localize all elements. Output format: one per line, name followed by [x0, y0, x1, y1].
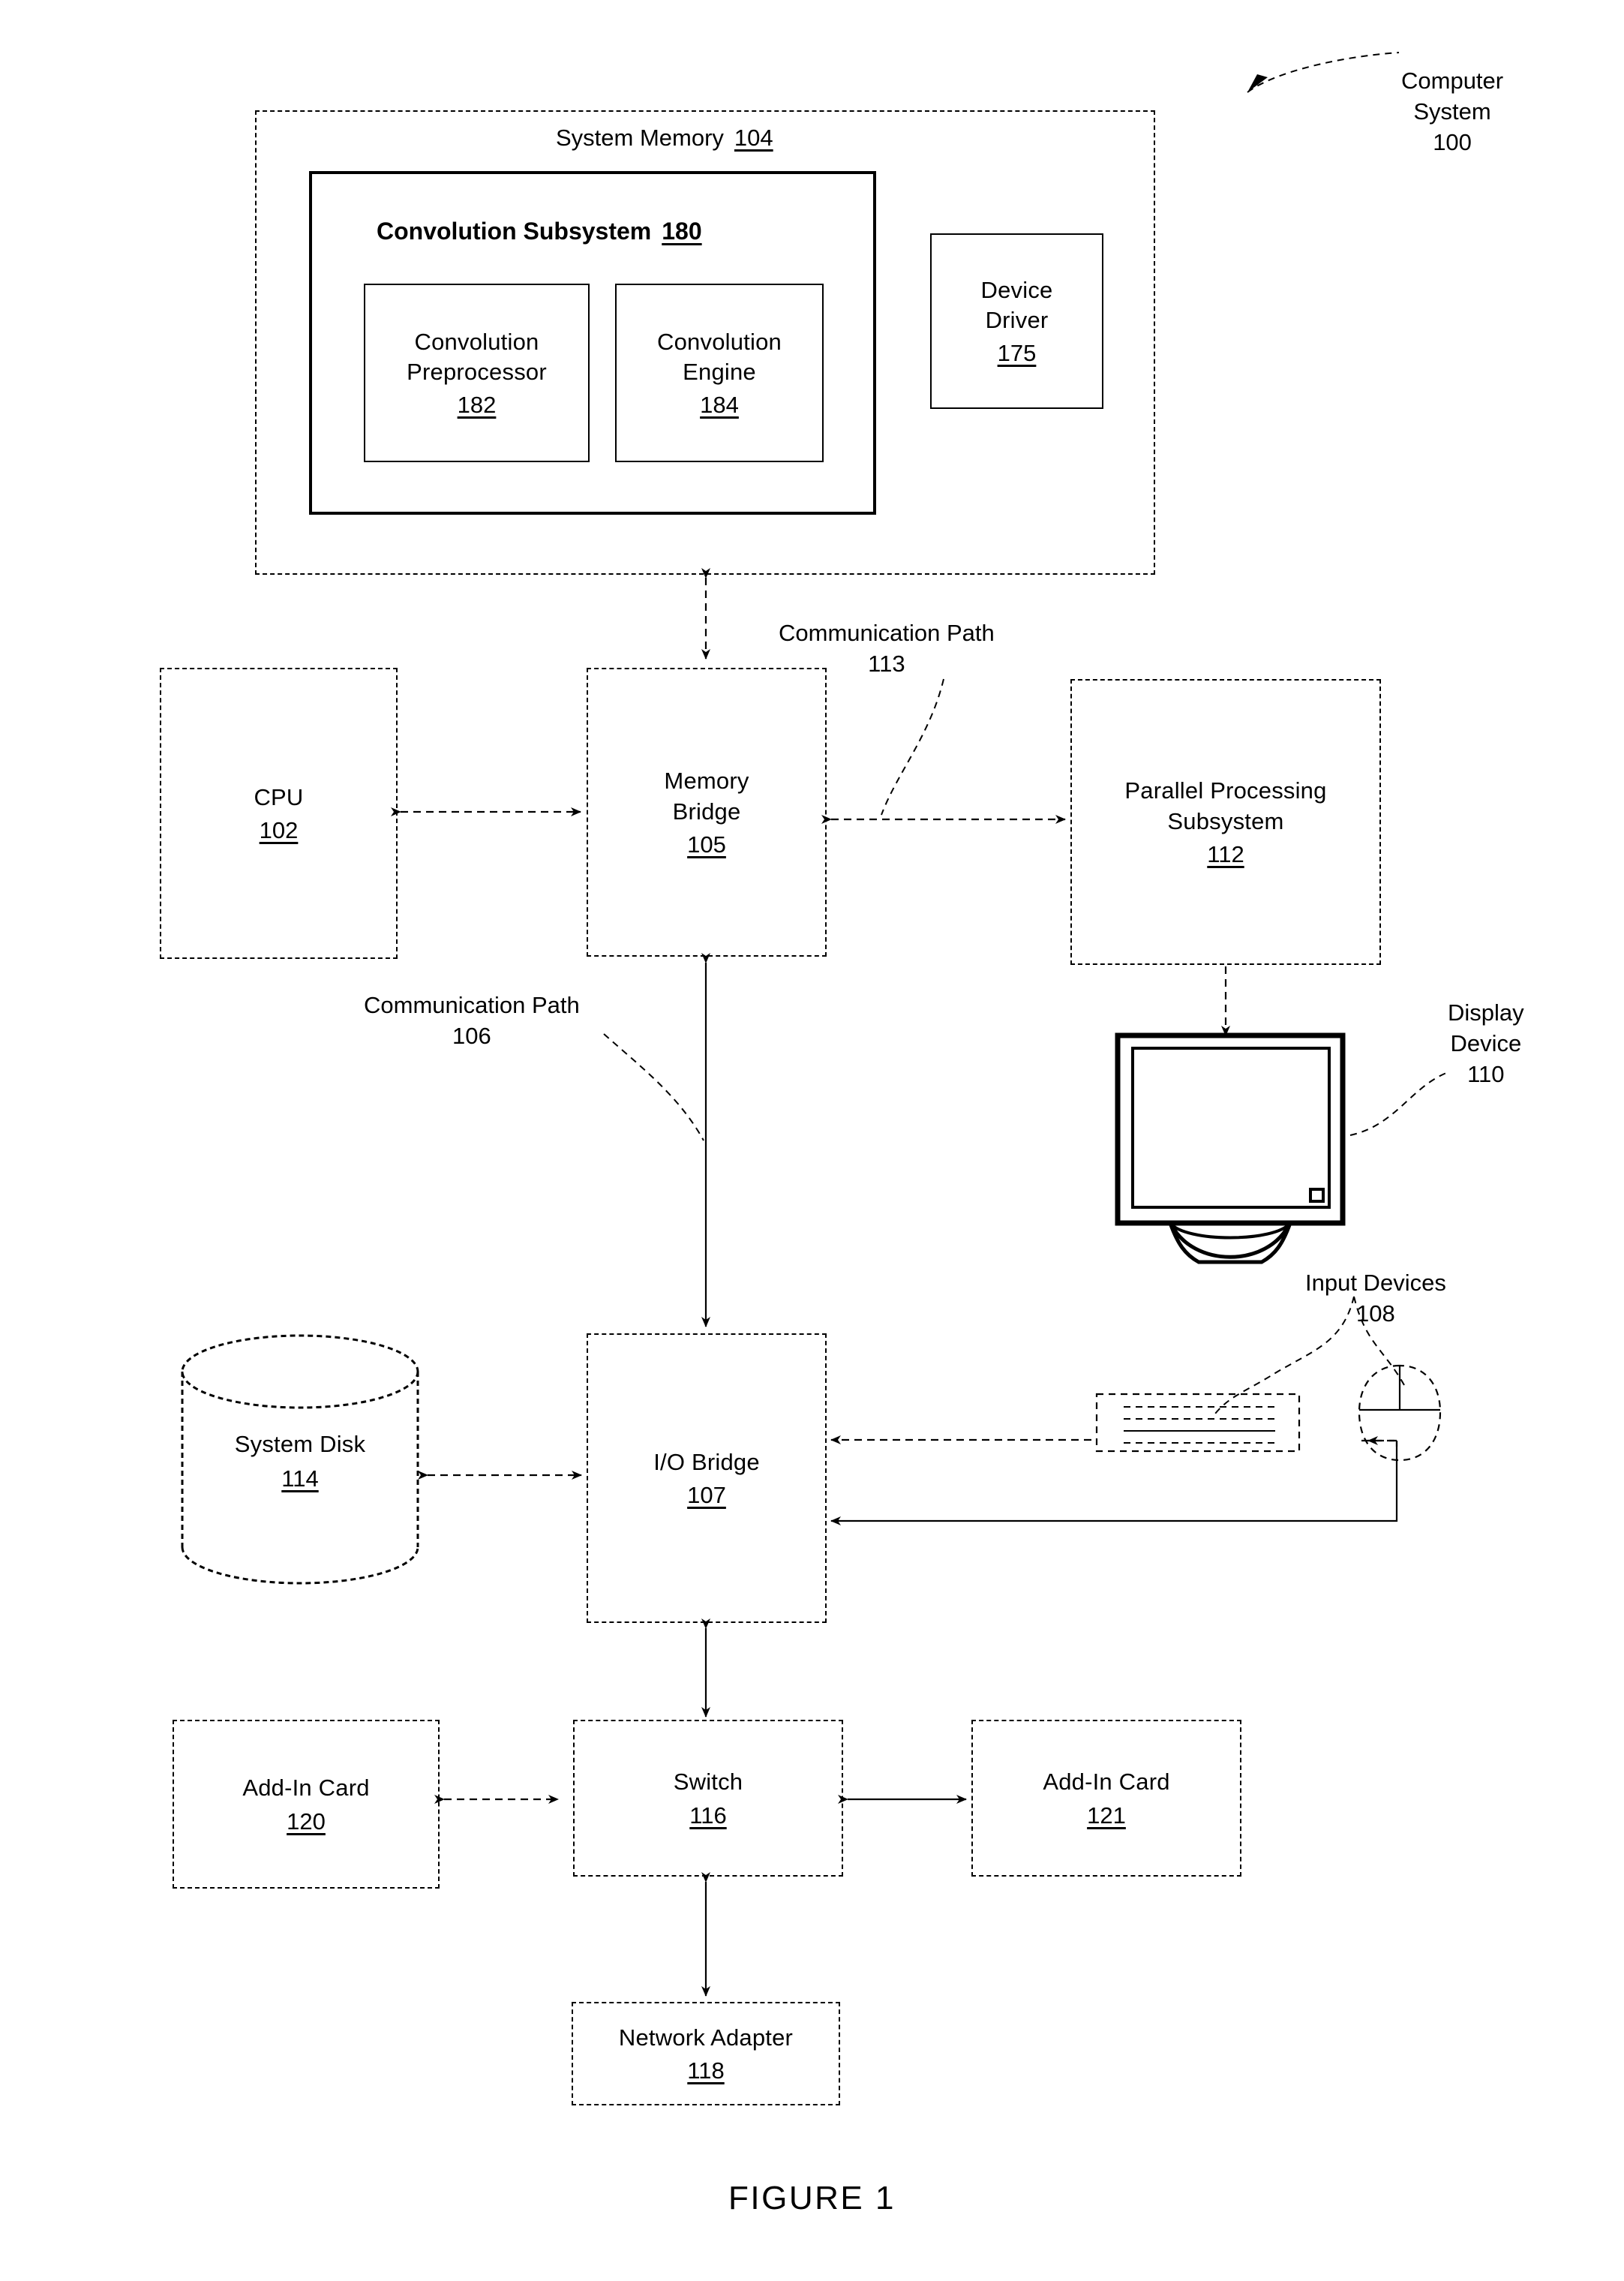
system-disk-label: System Disk [234, 1431, 366, 1457]
computer-system-callout-line2: System [1413, 98, 1491, 125]
display-device-line2: Device [1450, 1029, 1522, 1056]
device-driver-number: 175 [997, 340, 1037, 367]
add-in-card-121-number: 121 [1087, 1802, 1126, 1829]
convolution-engine-number: 184 [700, 392, 739, 419]
cpu-number: 102 [259, 817, 299, 844]
communication-path-113-callout: Communication Path 113 [779, 618, 995, 680]
device-driver-label-line1: Device [980, 276, 1053, 303]
cpu-box: CPU 102 [160, 668, 398, 959]
pps-label-line1: Parallel Processing [1124, 777, 1327, 804]
system-disk-label-group: System Disk 114 [188, 1429, 413, 1495]
convolution-engine-label-line1: Convolution [657, 328, 782, 355]
device-driver-box: Device Driver 175 [930, 233, 1103, 409]
memory-bridge-number: 105 [687, 831, 726, 858]
display-device-line1: Display [1448, 999, 1524, 1026]
memory-bridge-box: Memory Bridge 105 [587, 668, 827, 957]
add-in-card-120-label: Add-In Card [242, 1775, 370, 1802]
convolution-preprocessor-label-line1: Convolution [414, 328, 539, 355]
cpu-label: CPU [254, 783, 304, 810]
add-in-card-121-box: Add-In Card 121 [971, 1720, 1241, 1877]
network-adapter-box: Network Adapter 118 [572, 2002, 840, 2105]
system-disk-number: 114 [281, 1465, 319, 1492]
system-memory-number: 104 [734, 125, 773, 151]
patent-figure-page: System Memory 104 Convolution Subsystem 18… [0, 0, 1624, 2281]
input-devices-number: 108 [1356, 1300, 1395, 1327]
device-driver-label-line2: Driver [985, 307, 1049, 333]
system-memory-title: System Memory 104 [556, 125, 773, 152]
mouse-icon [1358, 1364, 1442, 1462]
parallel-processing-subsystem-box: Parallel Processing Subsystem 112 [1070, 679, 1381, 965]
system-memory-title-text: System Memory [556, 125, 724, 151]
computer-system-callout-line1: Computer [1401, 68, 1504, 94]
convolution-preprocessor-label-line2: Preprocessor [407, 359, 547, 385]
input-devices-line1: Input Devices [1305, 1270, 1446, 1296]
figure-caption: FIGURE 1 [728, 2180, 896, 2216]
computer-system-callout: Computer System 100 [1401, 66, 1503, 158]
comm-path-113-number: 113 [868, 650, 905, 677]
pps-label-line2: Subsystem [1167, 807, 1284, 834]
comm-path-106-line1: Communication Path [364, 992, 580, 1018]
convolution-engine-label-line2: Engine [683, 359, 756, 385]
io-bridge-number: 107 [687, 1482, 726, 1509]
convolution-subsystem-number: 180 [662, 218, 702, 245]
input-devices-callout: Input Devices 108 [1305, 1268, 1446, 1330]
add-in-card-120-number: 120 [287, 1808, 326, 1835]
network-adapter-label: Network Adapter [618, 2024, 794, 2051]
memory-bridge-label-line1: Memory [664, 768, 749, 795]
display-device-number: 110 [1467, 1060, 1505, 1087]
network-adapter-number: 118 [687, 2057, 725, 2084]
display-monitor-icon [1115, 1032, 1346, 1264]
convolution-subsystem-title-text: Convolution Subsystem [377, 218, 652, 245]
convolution-engine-box: Convolution Engine 184 [615, 284, 824, 462]
switch-number: 116 [689, 1802, 727, 1829]
convolution-subsystem-title: Convolution Subsystem 180 [377, 218, 702, 245]
memory-bridge-label-line2: Bridge [672, 798, 741, 825]
add-in-card-120-box: Add-In Card 120 [173, 1720, 440, 1889]
switch-box: Switch 116 [573, 1720, 843, 1877]
io-bridge-box: I/O Bridge 107 [587, 1333, 827, 1623]
computer-system-callout-line3: 100 [1433, 128, 1472, 155]
add-in-card-121-label: Add-In Card [1043, 1769, 1170, 1796]
switch-label: Switch [673, 1769, 743, 1796]
pps-number: 112 [1207, 840, 1244, 867]
io-bridge-label: I/O Bridge [653, 1448, 760, 1475]
comm-path-106-number: 106 [452, 1022, 491, 1049]
convolution-preprocessor-number: 182 [457, 392, 497, 419]
display-device-callout: Display Device 110 [1448, 998, 1524, 1090]
convolution-preprocessor-box: Convolution Preprocessor 182 [364, 284, 590, 462]
keyboard-icon [1095, 1393, 1301, 1453]
comm-path-113-line1: Communication Path [779, 620, 995, 646]
communication-path-106-callout: Communication Path 106 [364, 990, 580, 1052]
